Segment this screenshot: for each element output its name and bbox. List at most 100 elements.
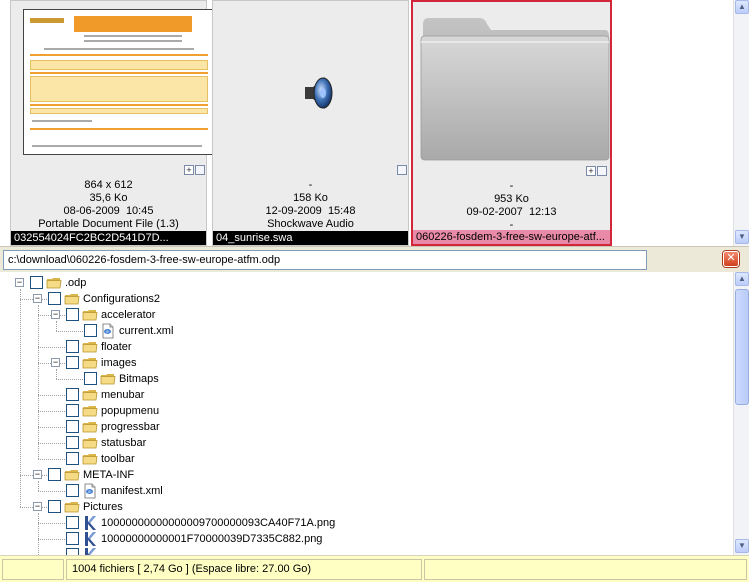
tree-row[interactable]: Bitmaps (0, 371, 730, 387)
tree-checkbox[interactable] (66, 452, 79, 465)
tree-row[interactable]: − Configurations2 (0, 291, 730, 307)
tree-row[interactable]: floater (0, 339, 730, 355)
tree-row[interactable]: − .odp (0, 275, 730, 291)
tree-checkbox[interactable] (66, 388, 79, 401)
collapse-toggle-icon[interactable]: − (51, 358, 60, 367)
file-name[interactable]: 032554024FC2BC2D541D7D... (11, 231, 206, 245)
status-bar: 1004 fichiers [ 2,74 Go ] (Espace libre:… (0, 555, 749, 582)
tree-item-label[interactable]: statusbar (101, 436, 146, 450)
tree-row[interactable]: progressbar (0, 419, 730, 435)
tree-item-label[interactable]: accelerator (101, 308, 155, 322)
thumbnail-info: - 158 Ko 12-09-2009 15:48 Shockwave Audi… (213, 179, 408, 231)
thumbnail-scrollbar[interactable]: ▲ ▼ (733, 0, 749, 246)
xml-file-icon: e (82, 483, 98, 499)
tree-checkbox[interactable] (66, 356, 79, 369)
tree-checkbox[interactable] (48, 292, 61, 305)
folder-icon (64, 499, 80, 515)
tree-item-label[interactable]: manifest.xml (101, 484, 163, 498)
tree-checkbox[interactable] (66, 532, 79, 545)
tree-row[interactable]: e current.xml (0, 323, 730, 339)
image-dimensions: 864 x 612 (84, 179, 133, 191)
tree-row[interactable]: − accelerator (0, 307, 730, 323)
tree-checkbox[interactable] (84, 372, 97, 385)
tree-checkbox[interactable] (66, 308, 79, 321)
tree-item-label[interactable]: META-INF (83, 468, 134, 482)
tree-item-label[interactable]: .odp (65, 276, 86, 290)
tree-checkbox[interactable] (66, 436, 79, 449)
tree-row[interactable]: − META-INF (0, 467, 730, 483)
file-name[interactable]: 04_sunrise.swa (213, 231, 408, 245)
tree-row[interactable]: statusbar (0, 435, 730, 451)
scroll-up-icon[interactable]: ▲ (735, 272, 749, 286)
png-file-icon (82, 515, 98, 531)
tree-row[interactable]: toolbar (0, 451, 730, 467)
select-checkbox[interactable] (195, 165, 205, 175)
select-checkbox[interactable] (597, 166, 607, 176)
folder-icon (82, 307, 98, 323)
tree-checkbox[interactable] (66, 340, 79, 353)
tree-item-label[interactable]: current.xml (119, 324, 173, 338)
tree-checkbox[interactable] (30, 276, 43, 289)
scroll-down-icon[interactable]: ▼ (735, 230, 749, 244)
file-size: 953 Ko (494, 193, 529, 205)
card-buttons: + (184, 165, 205, 176)
collapse-toggle-icon[interactable]: − (33, 502, 42, 511)
collapse-toggle-icon[interactable]: − (33, 294, 42, 303)
folder-icon (100, 371, 116, 387)
tree-row[interactable]: e manifest.xml (0, 483, 730, 499)
expand-button[interactable]: + (184, 165, 194, 175)
expand-button[interactable]: + (586, 166, 596, 176)
tree-item-label[interactable]: popupmenu (101, 404, 159, 418)
scroll-down-icon[interactable]: ▼ (735, 539, 749, 553)
folder-icon (64, 291, 80, 307)
tree-checkbox[interactable] (48, 468, 61, 481)
tree-item-label[interactable]: 10000000000001F70000039D7335C882.png (101, 532, 322, 546)
tree-checkbox[interactable] (66, 420, 79, 433)
select-checkbox[interactable] (397, 165, 407, 175)
close-icon[interactable]: ✕ (723, 251, 739, 267)
tree-checkbox[interactable] (84, 324, 97, 337)
folder-icon (82, 387, 98, 403)
thumbnail-card-pdf[interactable]: + 864 x 612 35,6 Ko 08-06-2009 10:45 Por… (10, 0, 215, 246)
status-file-count: 1004 fichiers [ 2,74 Go ] (Espace libre:… (66, 559, 422, 580)
tree-item-label[interactable]: Pictures (83, 500, 123, 514)
tree-row[interactable]: − images (0, 355, 730, 371)
tree-row[interactable]: popupmenu (0, 403, 730, 419)
tree-row[interactable]: 10000000000001F70000039D7335C882.png (0, 531, 730, 547)
scroll-thumb[interactable] (735, 289, 749, 405)
card-buttons: + (586, 166, 607, 177)
tree-item-label[interactable]: 10000000000000009700000093CA40F71A.png (101, 516, 335, 530)
folder-icon (82, 339, 98, 355)
tree-item-label[interactable]: toolbar (101, 452, 135, 466)
path-input[interactable] (3, 250, 647, 270)
thumbnail-card-folder[interactable]: + - 953 Ko 09-02-2007 12:13 - 060226-fos… (411, 0, 612, 246)
collapse-toggle-icon[interactable]: − (33, 470, 42, 479)
tree-checkbox[interactable] (66, 516, 79, 529)
tree-scrollbar[interactable]: ▲ ▼ (733, 272, 749, 555)
tree-item-label[interactable]: menubar (101, 388, 144, 402)
tree-checkbox[interactable] (48, 500, 61, 513)
folder-preview (413, 2, 610, 164)
tree-row[interactable] (0, 547, 730, 555)
card-buttons (397, 165, 407, 176)
thumbnail-card-audio[interactable]: - 158 Ko 12-09-2009 15:48 Shockwave Audi… (212, 0, 409, 246)
file-name[interactable]: 060226-fosdem-3-free-sw-europe-atf... (413, 230, 610, 244)
tree-row[interactable]: − Pictures (0, 499, 730, 515)
tree-item-label[interactable]: Bitmaps (119, 372, 159, 386)
tree-item-label[interactable]: images (101, 356, 136, 370)
path-bar: ✕ (0, 246, 749, 272)
tree-row[interactable]: menubar (0, 387, 730, 403)
collapse-toggle-icon[interactable]: − (51, 310, 60, 319)
tree-row[interactable]: 10000000000000009700000093CA40F71A.png (0, 515, 730, 531)
collapse-toggle-icon[interactable]: − (15, 278, 24, 287)
png-file-icon (82, 531, 98, 547)
tree-item-label[interactable]: Configurations2 (83, 292, 160, 306)
scroll-up-icon[interactable]: ▲ (735, 0, 749, 14)
folder-icon (82, 403, 98, 419)
tree-checkbox[interactable] (66, 484, 79, 497)
tree-item-label[interactable]: floater (101, 340, 132, 354)
xml-file-icon: e (100, 323, 116, 339)
tree-checkbox[interactable] (66, 404, 79, 417)
tree-checkbox[interactable] (66, 548, 79, 555)
tree-item-label[interactable]: progressbar (101, 420, 160, 434)
